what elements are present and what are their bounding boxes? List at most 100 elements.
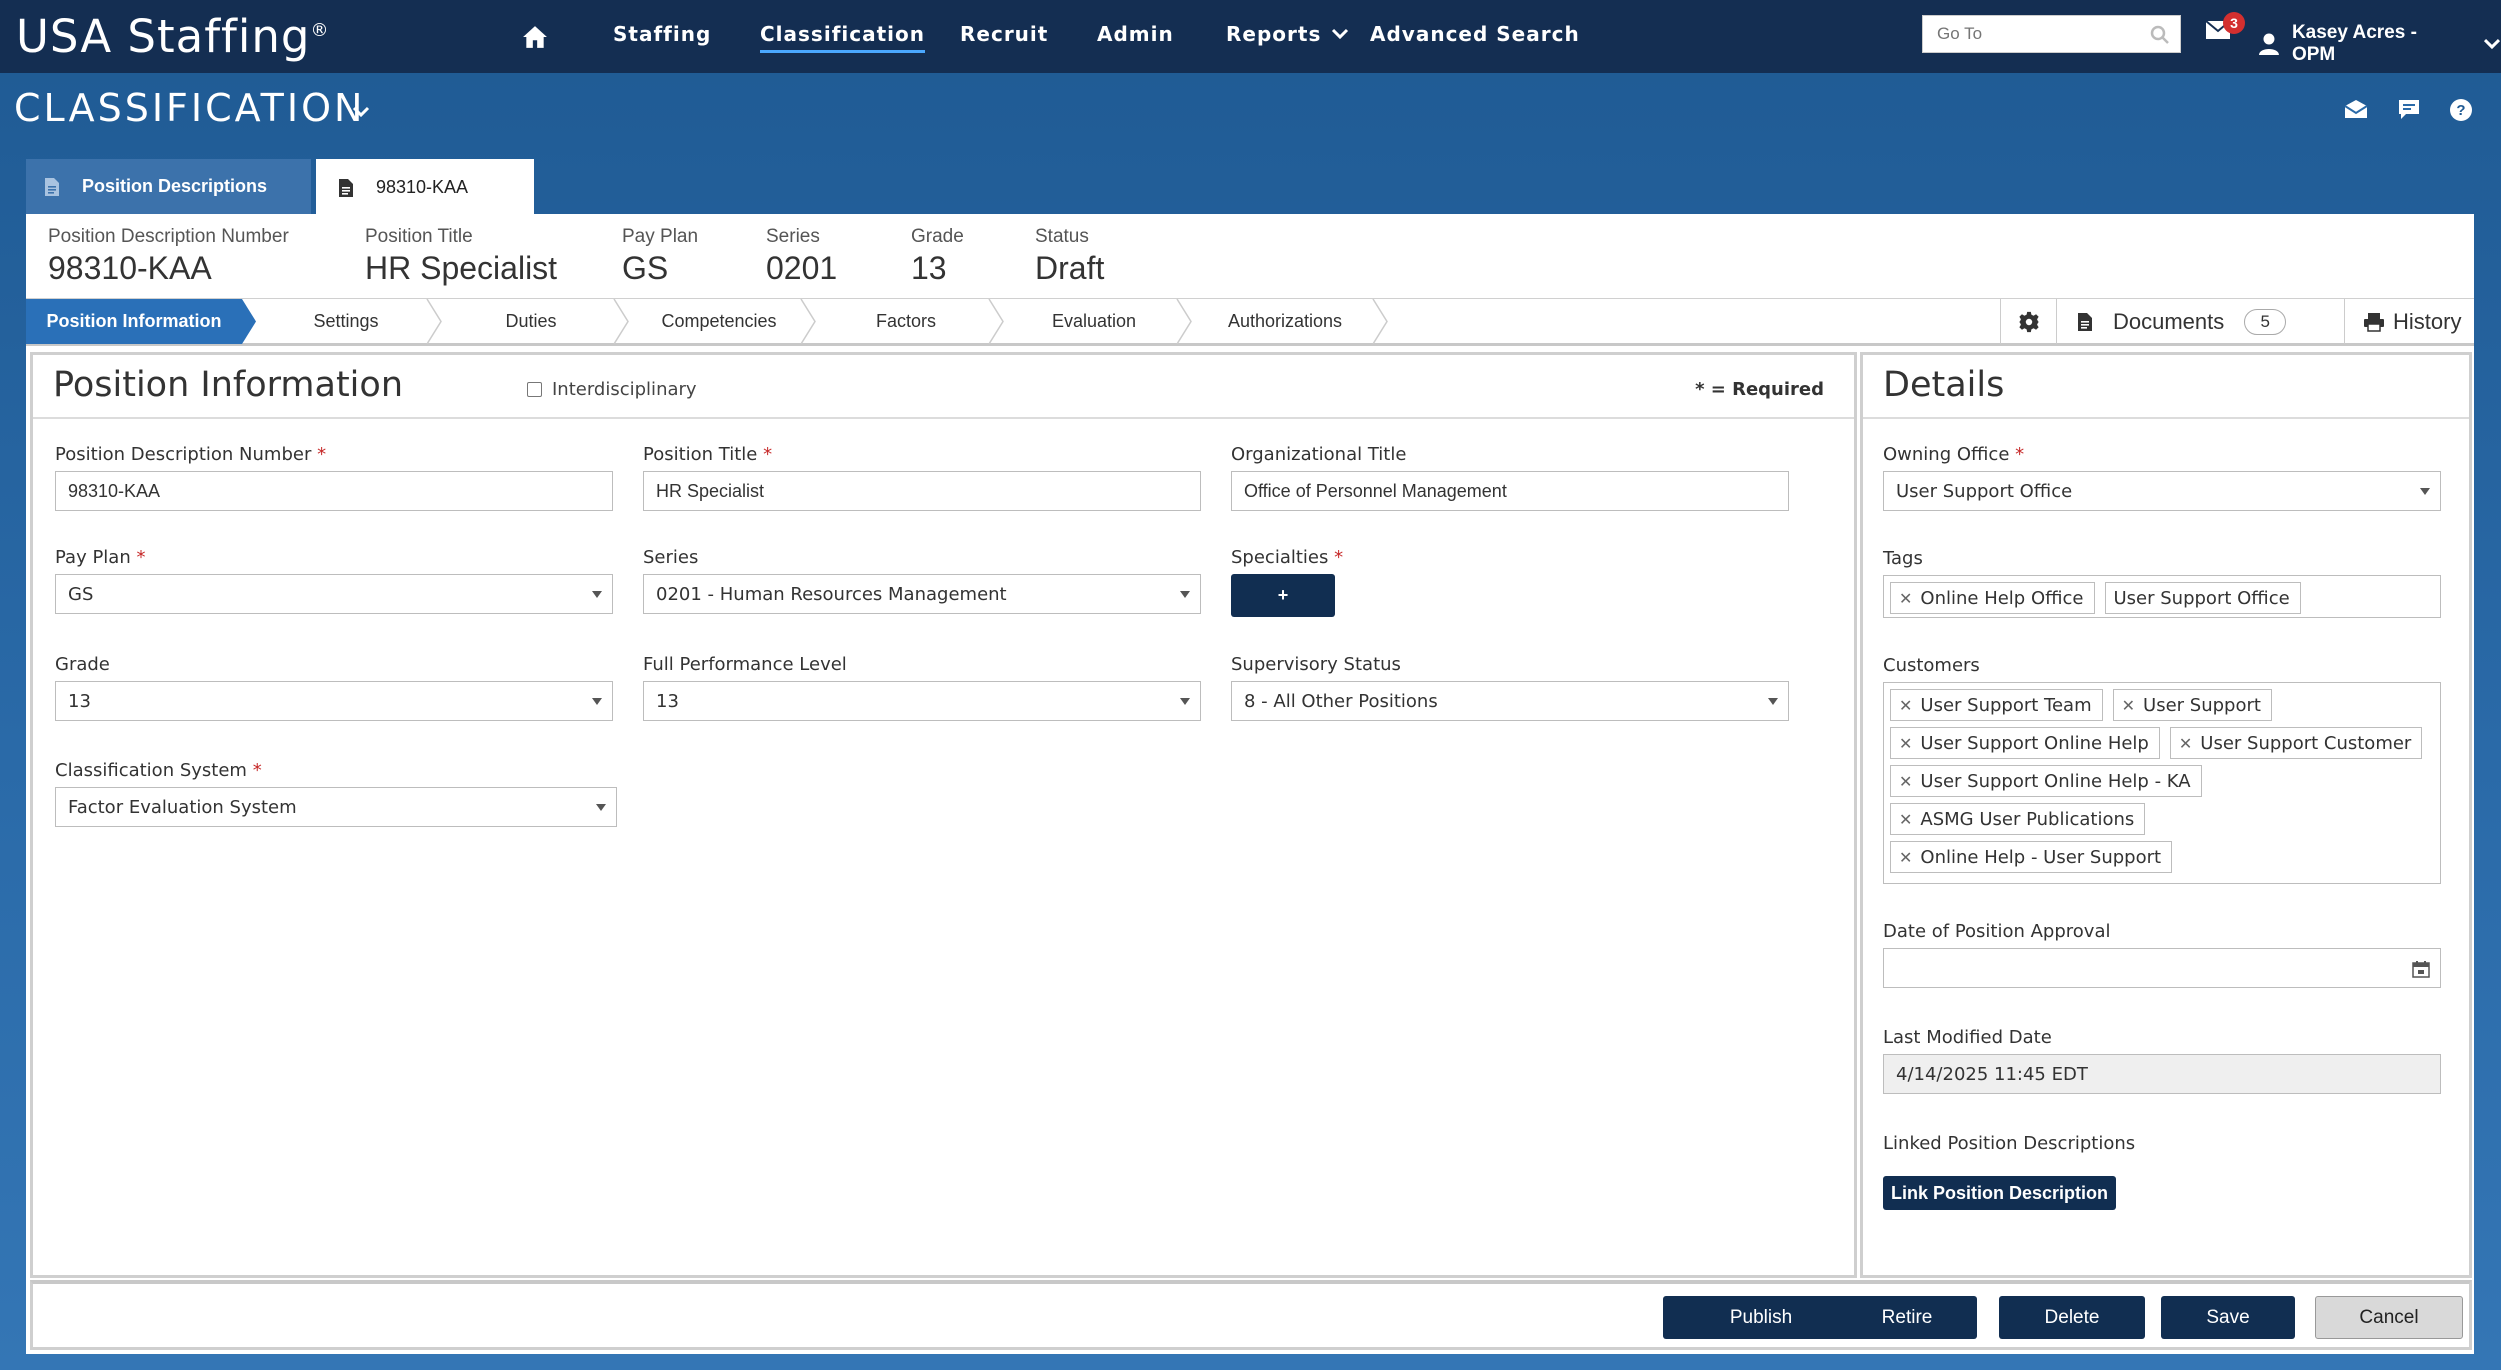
tab-current-document[interactable]: 98310-KAA [316, 159, 534, 216]
remove-icon[interactable]: ✕ [1899, 589, 1912, 608]
chip-label: User Support Online Help - KA [1920, 770, 2191, 792]
required-mark: * [252, 760, 262, 781]
usa-staffing-logo[interactable]: USA Staffing® [16, 10, 329, 63]
module-title[interactable]: CLASSIFICATION [14, 86, 365, 130]
tab-position-descriptions[interactable]: Position Descriptions [26, 159, 311, 214]
goto-input[interactable] [1937, 24, 2137, 44]
required-mark: * [136, 547, 146, 568]
customer-chip: ✕ Online Help - User Support [1890, 841, 2173, 873]
field-label: Last Modified Date [1883, 1027, 2052, 1048]
position-title-field: Position Title * HR Specialist [643, 444, 1201, 511]
checkbox[interactable] [527, 382, 542, 397]
tags-input[interactable]: ✕ Online Help Office User Support Office [1883, 575, 2441, 618]
nav-admin[interactable]: Admin [1097, 22, 1174, 46]
owning-office-select[interactable]: User Support Office [1883, 471, 2441, 511]
announcements-icon[interactable] [2343, 98, 2369, 120]
chevron-down-icon[interactable] [352, 106, 370, 118]
chevron-down-icon [1332, 28, 1349, 40]
select-value: 13 [68, 690, 91, 712]
summary-label: Series [766, 226, 820, 247]
approval-date-field: Date of Position Approval [1883, 921, 2441, 988]
documents-button[interactable]: Documents 5 [2056, 299, 2344, 344]
search-icon[interactable] [2150, 25, 2170, 45]
grade-field: Grade 13 [55, 654, 613, 721]
settings-button[interactable] [2000, 299, 2056, 344]
summary-status: Status Draft [1035, 226, 1104, 287]
select-value: GS [68, 583, 94, 605]
add-specialty-button[interactable]: + [1231, 574, 1335, 617]
summary-value: 13 [911, 250, 947, 286]
full-performance-select[interactable]: 13 [643, 681, 1201, 721]
calendar-icon[interactable] [2412, 960, 2430, 978]
user-menu[interactable]: Kasey Acres - OPM [2258, 22, 2501, 66]
chip-label: User Support [2143, 694, 2261, 716]
publish-button[interactable]: Publish [1663, 1296, 1859, 1339]
caret-down-icon [1180, 591, 1190, 598]
select-value: 13 [656, 690, 679, 712]
remove-icon[interactable]: ✕ [1899, 810, 1912, 829]
document-icon [339, 178, 353, 197]
nav-reports[interactable]: Reports [1226, 22, 1349, 46]
customers-input[interactable]: ✕ User Support Team ✕ User Support ✕ User S… [1883, 682, 2441, 884]
tab-current-document-label: 98310-KAA [376, 177, 469, 197]
step-evaluation[interactable]: Evaluation [1008, 299, 1180, 344]
series-field: Series 0201 - Human Resources Management [643, 547, 1201, 614]
retire-button[interactable]: Retire [1837, 1296, 1977, 1339]
interdisciplinary-checkbox[interactable]: Interdisciplinary [527, 379, 697, 400]
pd-number-input[interactable]: 98310-KAA [55, 471, 613, 511]
nav-staffing[interactable]: Staffing [613, 22, 711, 46]
remove-icon[interactable]: ✕ [1899, 772, 1912, 791]
chip-label: User Support Online Help [1920, 732, 2149, 754]
section-divider [33, 417, 1854, 419]
owning-office-field: Owning Office * User Support Office [1883, 444, 2441, 511]
nav-recruit[interactable]: Recruit [960, 22, 1048, 46]
step-position-information[interactable]: Position Information [26, 299, 242, 344]
cancel-button[interactable]: Cancel [2315, 1296, 2463, 1339]
nav-classification[interactable]: Classification [760, 22, 925, 53]
supervisory-status-select[interactable]: 8 - All Other Positions [1231, 681, 1789, 721]
tab-position-descriptions-label: Position Descriptions [82, 176, 268, 196]
step-duties[interactable]: Duties [446, 299, 616, 344]
caret-down-icon [2420, 488, 2430, 495]
summary-value: GS [622, 250, 669, 286]
remove-icon[interactable]: ✕ [1899, 734, 1912, 753]
position-title-input[interactable]: HR Specialist [643, 471, 1201, 511]
step-divider [1372, 299, 1388, 344]
org-title-input[interactable]: Office of Personnel Management [1231, 471, 1789, 511]
customer-chip: ✕ User Support Customer [2169, 727, 2423, 759]
pay-plan-select[interactable]: GS [55, 574, 613, 614]
documents-count-badge: 5 [2244, 308, 2287, 335]
interdisciplinary-label: Interdisciplinary [552, 379, 697, 400]
save-button[interactable]: Save [2161, 1296, 2295, 1339]
required-note: * = Required [1695, 379, 1824, 400]
remove-icon[interactable]: ✕ [2122, 696, 2135, 715]
remove-icon[interactable]: ✕ [1899, 696, 1912, 715]
document-icon [45, 177, 59, 196]
step-settings[interactable]: Settings [262, 299, 430, 344]
user-name: Kasey Acres - OPM [2291, 22, 2417, 65]
link-position-description-button[interactable]: Link Position Description [1883, 1176, 2117, 1210]
field-label: Specialties [1231, 547, 1329, 568]
chat-icon[interactable] [2397, 98, 2421, 120]
summary-position-title: Position Title HR Specialist [365, 226, 557, 287]
nav-advanced-search[interactable]: Advanced Search [1370, 22, 1580, 46]
step-authorizations[interactable]: Authorizations [1196, 299, 1374, 344]
approval-date-input[interactable] [1883, 948, 2441, 988]
delete-button[interactable]: Delete [1999, 1296, 2145, 1339]
step-competencies[interactable]: Competencies [633, 299, 805, 344]
classification-system-select[interactable]: Factor Evaluation System [55, 787, 617, 827]
select-value: Factor Evaluation System [68, 796, 297, 818]
remove-icon[interactable]: ✕ [2179, 734, 2192, 753]
grade-select[interactable]: 13 [55, 681, 613, 721]
remove-icon[interactable]: ✕ [1899, 848, 1912, 867]
history-button[interactable]: History [2344, 299, 2474, 344]
chip-label: Online Help Office [1920, 587, 2084, 609]
help-icon[interactable]: ? [2449, 98, 2473, 122]
field-label: Series [643, 547, 699, 568]
summary-label: Pay Plan [622, 226, 699, 247]
home-icon[interactable] [522, 25, 548, 49]
field-label: Customers [1883, 655, 1980, 676]
customer-chip: ✕ User Support Online Help - KA [1890, 765, 2202, 797]
step-factors[interactable]: Factors [820, 299, 992, 344]
series-select[interactable]: 0201 - Human Resources Management [643, 574, 1201, 614]
